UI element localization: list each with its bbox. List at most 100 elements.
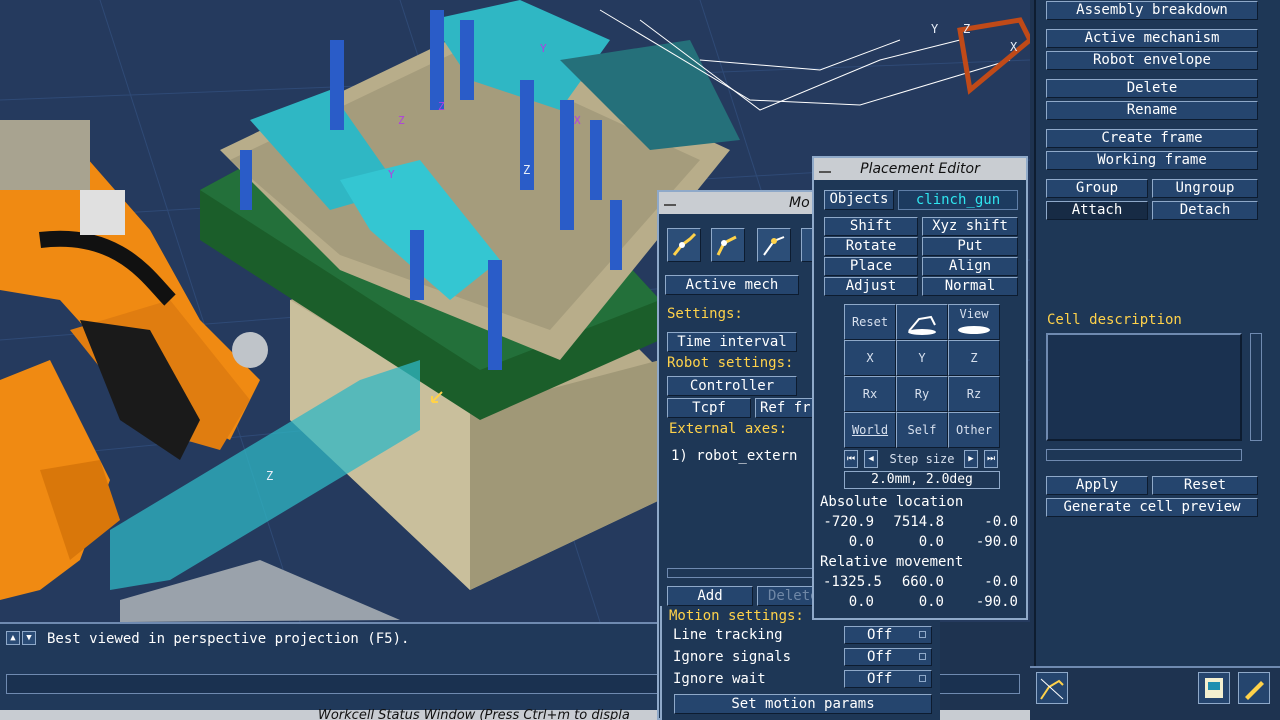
place-button[interactable]: Place — [824, 257, 918, 276]
working-frame-button[interactable]: Working frame — [1046, 151, 1258, 170]
axis-label: Z — [963, 22, 970, 36]
active-mech-button[interactable]: Active mech — [665, 275, 799, 295]
objects-button[interactable]: Objects — [824, 190, 894, 210]
create-frame-button[interactable]: Create frame — [1046, 129, 1258, 148]
axis-label: Y — [540, 42, 547, 55]
cell-description-label: Cell description — [1047, 312, 1182, 328]
reset-button[interactable]: Reset — [1152, 476, 1258, 495]
cell-description-hscroll[interactable] — [1046, 449, 1242, 461]
abs-rx-value: 0.0 — [848, 534, 874, 550]
motion-window-titlebar[interactable]: Mo — [659, 192, 815, 214]
pen-icon[interactable] — [1238, 672, 1270, 704]
robot-tools-icon[interactable] — [1036, 672, 1068, 704]
robot-jog-grid-icon[interactable] — [896, 304, 948, 340]
robot-path-icon[interactable] — [757, 228, 791, 262]
rename-button[interactable]: Rename — [1046, 101, 1258, 120]
add-axis-button[interactable]: Add — [667, 586, 753, 606]
time-interval-button[interactable]: Time interval — [667, 332, 797, 352]
grid-self-button[interactable]: Self — [896, 412, 948, 448]
delete-axis-button[interactable]: Delete — [757, 586, 815, 606]
external-axes-hscroll[interactable] — [667, 568, 815, 578]
generate-cell-preview-button[interactable]: Generate cell preview — [1046, 498, 1258, 517]
align-button[interactable]: Align — [922, 257, 1018, 276]
relative-rotation-row: 0.0 0.0 -90.0 — [818, 594, 1022, 612]
ignore-signals-value: Off — [867, 649, 893, 665]
robot-envelope-button[interactable]: Robot envelope — [1046, 51, 1258, 70]
grid-y-button[interactable]: Y — [896, 340, 948, 376]
step-decrease-icon[interactable]: ◀ — [864, 450, 878, 468]
absolute-rotation-row: 0.0 0.0 -90.0 — [818, 534, 1022, 552]
robot-teach-icon[interactable] — [667, 228, 701, 262]
grid-other-button[interactable]: Other — [948, 412, 1000, 448]
grid-rz-button[interactable]: Rz — [948, 376, 1000, 412]
grid-ry-button[interactable]: Ry — [896, 376, 948, 412]
scroll-down-icon[interactable]: ▼ — [22, 631, 36, 645]
dropdown-icon — [919, 653, 926, 660]
group-button[interactable]: Group — [1046, 179, 1148, 198]
ref-frame-button[interactable]: Ref fr — [755, 398, 815, 418]
status-scroll-buttons: ▲ ▼ — [6, 631, 36, 645]
grid-z-button[interactable]: Z — [948, 340, 1000, 376]
step-last-icon[interactable]: ⏭ — [984, 450, 998, 468]
ungroup-button[interactable]: Ungroup — [1152, 179, 1258, 198]
controller-button[interactable]: Controller — [667, 376, 797, 396]
rotate-button[interactable]: Rotate — [824, 237, 918, 256]
minimize-icon[interactable] — [819, 165, 831, 173]
axis-label: Z — [398, 114, 405, 127]
cell-description-textarea[interactable] — [1046, 333, 1242, 441]
shift-button[interactable]: Shift — [824, 217, 918, 236]
tcpf-button[interactable]: Tcpf — [667, 398, 751, 418]
grid-world-button[interactable]: World — [844, 412, 896, 448]
axis-label: X — [1010, 40, 1018, 54]
grid-reset-button[interactable]: Reset — [844, 304, 896, 340]
step-increase-icon[interactable]: ▶ — [964, 450, 978, 468]
step-size-value[interactable]: 2.0mm, 2.0deg — [844, 471, 1000, 489]
put-button[interactable]: Put — [922, 237, 1018, 256]
robot-jog-icon[interactable] — [711, 228, 745, 262]
grid-x-button[interactable]: X — [844, 340, 896, 376]
external-axes-list[interactable]: 1) robot_extern — [667, 446, 815, 566]
line-tracking-select[interactable]: Off — [844, 626, 932, 644]
line-tracking-label: Line tracking — [673, 627, 783, 643]
minimize-icon[interactable] — [664, 198, 676, 206]
delete-button[interactable]: Delete — [1046, 79, 1258, 98]
gripper-outline — [957, 17, 1030, 95]
axis-label: Z — [438, 100, 445, 113]
rel-ry-value: 0.0 — [918, 594, 944, 610]
normal-button[interactable]: Normal — [922, 277, 1018, 296]
ignore-wait-select[interactable]: Off — [844, 670, 932, 688]
scroll-up-icon[interactable]: ▲ — [6, 631, 20, 645]
dropdown-icon — [919, 631, 926, 638]
abs-x-value: -720.9 — [823, 514, 874, 530]
status-message: Best viewed in perspective projection (F… — [47, 631, 410, 647]
set-motion-params-button[interactable]: Set motion params — [674, 694, 932, 714]
dropdown-icon — [919, 675, 926, 682]
view-icon — [958, 326, 990, 334]
adjust-button[interactable]: Adjust — [824, 277, 918, 296]
settings-label: Settings: — [667, 306, 743, 322]
attach-button[interactable]: Attach — [1046, 201, 1148, 220]
relative-movement-row: -1325.5 660.0 -0.0 — [818, 574, 1022, 592]
grid-rx-button[interactable]: Rx — [844, 376, 896, 412]
placement-editor-title: Placement Editor — [860, 161, 980, 177]
absolute-location-row: -720.9 7514.8 -0.0 — [818, 514, 1022, 532]
objects-value[interactable]: clinch_gun — [898, 190, 1018, 210]
active-mechanism-button[interactable]: Active mechanism — [1046, 29, 1258, 48]
apply-button[interactable]: Apply — [1046, 476, 1148, 495]
rel-rx-value: 0.0 — [848, 594, 874, 610]
step-first-icon[interactable]: ⏮ — [844, 450, 858, 468]
detach-button[interactable]: Detach — [1152, 201, 1258, 220]
assembly-breakdown-button[interactable]: Assembly breakdown — [1046, 1, 1258, 20]
robot-settings-label: Robot settings: — [667, 355, 794, 371]
ignore-signals-select[interactable]: Off — [844, 648, 932, 666]
notebook-icon[interactable] — [1198, 672, 1230, 704]
list-item[interactable]: 1) robot_extern — [671, 448, 797, 464]
relative-movement-label: Relative movement — [820, 554, 964, 570]
cell-description-vscroll[interactable] — [1250, 333, 1262, 441]
placement-editor-titlebar[interactable]: Placement Editor — [814, 158, 1026, 180]
xyz-shift-button[interactable]: Xyz shift — [922, 217, 1018, 236]
axis-label: Y — [931, 22, 939, 36]
grid-view-button[interactable]: View — [948, 304, 1000, 340]
command-panel: Assembly breakdown Active mechanism Robo… — [1034, 0, 1280, 668]
external-axes-label: External axes: — [669, 421, 788, 437]
